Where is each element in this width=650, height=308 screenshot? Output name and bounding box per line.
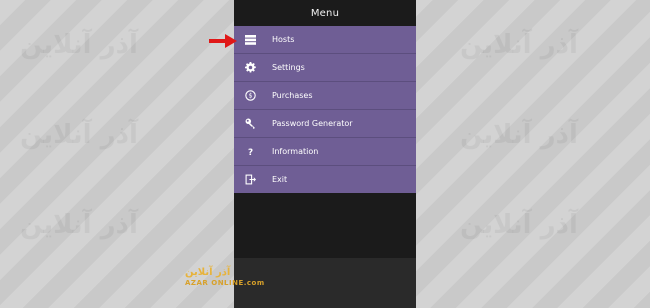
watermark-repeat: آذر آنلاین — [20, 30, 138, 60]
key-icon — [244, 118, 256, 130]
question-icon: ? — [244, 146, 256, 158]
watermark-repeat: آذر آنلاین — [460, 210, 578, 240]
svg-text:?: ? — [247, 148, 252, 157]
watermark-repeat: آذر آنلاین — [460, 120, 578, 150]
site-logo: آذر آنلاین AZAR ONLINE.com — [185, 268, 265, 287]
menu-item-label: Information — [272, 147, 319, 156]
app-screen: Menu Hosts Settings $ Purchases Password… — [234, 0, 416, 308]
menu-item-label: Settings — [272, 63, 305, 72]
menu-item-exit[interactable]: Exit — [234, 166, 416, 193]
menu-item-label: Purchases — [272, 91, 313, 100]
watermark-repeat: آذر آنلاین — [20, 210, 138, 240]
watermark-repeat: آذر آنلاین — [460, 30, 578, 60]
menu-item-purchases[interactable]: $ Purchases — [234, 82, 416, 110]
dollar-icon: $ — [244, 90, 256, 102]
menu-item-password-generator[interactable]: Password Generator — [234, 110, 416, 138]
menu-item-information[interactable]: ? Information — [234, 138, 416, 166]
watermark-repeat: آذر آنلاین — [20, 120, 138, 150]
menu-item-settings[interactable]: Settings — [234, 54, 416, 82]
gear-icon — [244, 62, 256, 74]
logo-brand: آذر آنلاین — [185, 267, 231, 278]
exit-icon — [244, 174, 256, 186]
logo-site: AZAR ONLINE.com — [185, 279, 265, 287]
server-icon — [244, 34, 256, 46]
menu-list: Hosts Settings $ Purchases Password Gene… — [234, 26, 416, 193]
menu-item-label: Exit — [272, 175, 288, 184]
menu-item-label: Hosts — [272, 35, 295, 44]
svg-text:$: $ — [248, 93, 252, 100]
menu-item-label: Password Generator — [272, 119, 353, 128]
menu-title: Menu — [310, 7, 340, 19]
menu-header: Menu — [234, 0, 416, 26]
menu-item-hosts[interactable]: Hosts — [234, 26, 416, 54]
red-arrow-icon — [209, 34, 237, 48]
